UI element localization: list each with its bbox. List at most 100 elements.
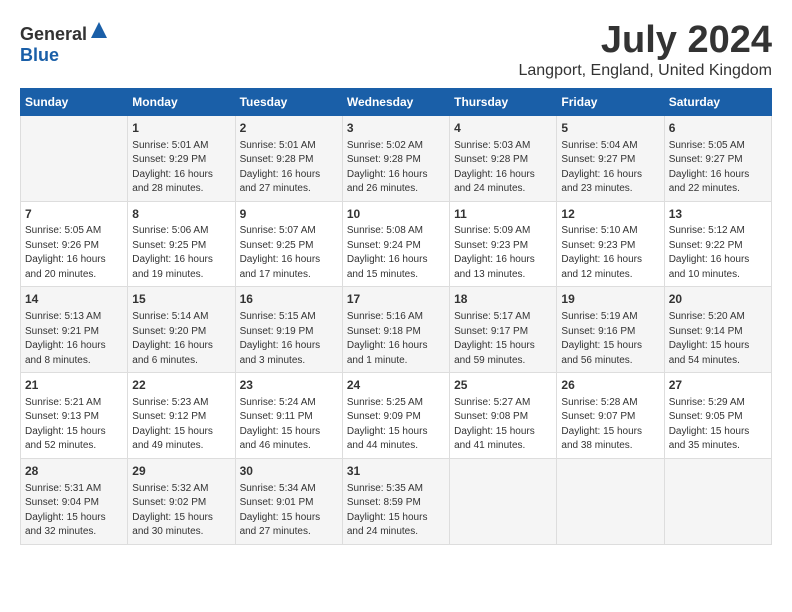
day-number: 23 — [240, 377, 338, 394]
day-header-row: SundayMondayTuesdayWednesdayThursdayFrid… — [21, 88, 772, 115]
calendar-cell: 3Sunrise: 5:02 AM Sunset: 9:28 PM Daylig… — [342, 115, 449, 201]
day-number: 25 — [454, 377, 552, 394]
calendar-cell: 16Sunrise: 5:15 AM Sunset: 9:19 PM Dayli… — [235, 287, 342, 373]
day-number: 14 — [25, 291, 123, 308]
logo-blue: Blue — [20, 45, 59, 65]
calendar-table: SundayMondayTuesdayWednesdayThursdayFrid… — [20, 88, 772, 545]
cell-content: Sunrise: 5:28 AM Sunset: 9:07 PM Dayligh… — [561, 396, 659, 454]
logo-icon — [89, 20, 109, 40]
day-number: 13 — [669, 206, 767, 223]
cell-content: Sunrise: 5:05 AM Sunset: 9:26 PM Dayligh… — [25, 224, 123, 282]
day-header-monday: Monday — [128, 88, 235, 115]
cell-content: Sunrise: 5:34 AM Sunset: 9:01 PM Dayligh… — [240, 482, 338, 540]
day-number: 21 — [25, 377, 123, 394]
day-number: 20 — [669, 291, 767, 308]
day-number: 28 — [25, 463, 123, 480]
cell-content: Sunrise: 5:16 AM Sunset: 9:18 PM Dayligh… — [347, 310, 445, 368]
day-number: 1 — [132, 120, 230, 137]
calendar-cell: 25 Sunrise: 5:27 AM Sunset: 9:08 PM Dayli… — [450, 373, 557, 459]
calendar-cell: 29 Sunrise: 5:32 AM Sunset: 9:02 PM Dayli… — [128, 458, 235, 544]
day-header-wednesday: Wednesday — [342, 88, 449, 115]
day-header-tuesday: Tuesday — [235, 88, 342, 115]
day-number: 9 — [240, 206, 338, 223]
cell-content: Sunrise: 5:21 AM Sunset: 9:13 PM Dayligh… — [25, 396, 123, 454]
cell-content: Sunrise: 5:04 AM Sunset: 9:27 PM Dayligh… — [561, 139, 659, 197]
cell-content: Sunrise: 5:09 AM Sunset: 9:23 PM Dayligh… — [454, 224, 552, 282]
calendar-cell — [664, 458, 771, 544]
week-row: 28 Sunrise: 5:31 AM Sunset: 9:04 PM Dayli… — [21, 458, 772, 544]
week-row: 7Sunrise: 5:05 AM Sunset: 9:26 PM Daylig… — [21, 201, 772, 287]
cell-content: Sunrise: 5:27 AM Sunset: 9:08 PM Dayligh… — [454, 396, 552, 454]
calendar-cell: 26 Sunrise: 5:28 AM Sunset: 9:07 PM Dayli… — [557, 373, 664, 459]
day-number: 7 — [25, 206, 123, 223]
day-number: 19 — [561, 291, 659, 308]
subtitle: Langport, England, United Kingdom — [518, 62, 772, 80]
day-number: 6 — [669, 120, 767, 137]
main-title: July 2024 — [518, 20, 772, 62]
cell-content: Sunrise: 5:23 AM Sunset: 9:12 PM Dayligh… — [132, 396, 230, 454]
calendar-cell: 17 Sunrise: 5:16 AM Sunset: 9:18 PM Dayli… — [342, 287, 449, 373]
calendar-cell — [450, 458, 557, 544]
cell-content: Sunrise: 5:07 AM Sunset: 9:25 PM Dayligh… — [240, 224, 338, 282]
day-header-sunday: Sunday — [21, 88, 128, 115]
cell-content: Sunrise: 5:15 AM Sunset: 9:19 PM Dayligh… — [240, 310, 338, 368]
calendar-cell: 23 Sunrise: 5:24 AM Sunset: 9:11 PM Dayli… — [235, 373, 342, 459]
calendar-cell: 31 Sunrise: 5:35 AM Sunset: 8:59 PM Dayli… — [342, 458, 449, 544]
calendar-cell: 1 Sunrise: 5:01 AM Sunset: 9:29 PM Daylig… — [128, 115, 235, 201]
day-number: 29 — [132, 463, 230, 480]
cell-content: Sunrise: 5:08 AM Sunset: 9:24 PM Dayligh… — [347, 224, 445, 282]
day-number: 10 — [347, 206, 445, 223]
cell-content: Sunrise: 5:14 AM Sunset: 9:20 PM Dayligh… — [132, 310, 230, 368]
cell-content: Sunrise: 5:24 AM Sunset: 9:11 PM Dayligh… — [240, 396, 338, 454]
cell-content: Sunrise: 5:25 AM Sunset: 9:09 PM Dayligh… — [347, 396, 445, 454]
day-number: 31 — [347, 463, 445, 480]
title-block: July 2024 Langport, England, United King… — [518, 20, 772, 80]
cell-content: Sunrise: 5:32 AM Sunset: 9:02 PM Dayligh… — [132, 482, 230, 540]
calendar-cell: 28 Sunrise: 5:31 AM Sunset: 9:04 PM Dayli… — [21, 458, 128, 544]
calendar-cell: 13Sunrise: 5:12 AM Sunset: 9:22 PM Dayli… — [664, 201, 771, 287]
calendar-cell: 11Sunrise: 5:09 AM Sunset: 9:23 PM Dayli… — [450, 201, 557, 287]
calendar-cell: 18Sunrise: 5:17 AM Sunset: 9:17 PM Dayli… — [450, 287, 557, 373]
calendar-cell: 30Sunrise: 5:34 AM Sunset: 9:01 PM Dayli… — [235, 458, 342, 544]
cell-content: Sunrise: 5:35 AM Sunset: 8:59 PM Dayligh… — [347, 482, 445, 540]
day-number: 27 — [669, 377, 767, 394]
cell-content: Sunrise: 5:01 AM Sunset: 9:28 PM Dayligh… — [240, 139, 338, 197]
week-row: 1 Sunrise: 5:01 AM Sunset: 9:29 PM Daylig… — [21, 115, 772, 201]
calendar-cell: 12Sunrise: 5:10 AM Sunset: 9:23 PM Dayli… — [557, 201, 664, 287]
day-number: 2 — [240, 120, 338, 137]
day-number: 24 — [347, 377, 445, 394]
cell-content: Sunrise: 5:06 AM Sunset: 9:25 PM Dayligh… — [132, 224, 230, 282]
day-number: 4 — [454, 120, 552, 137]
calendar-cell: 5 Sunrise: 5:04 AM Sunset: 9:27 PM Daylig… — [557, 115, 664, 201]
page-header: General Blue July 2024 Langport, England… — [20, 20, 772, 80]
week-row: 14Sunrise: 5:13 AM Sunset: 9:21 PM Dayli… — [21, 287, 772, 373]
calendar-cell: 24 Sunrise: 5:25 AM Sunset: 9:09 PM Dayli… — [342, 373, 449, 459]
calendar-cell — [557, 458, 664, 544]
calendar-cell: 9Sunrise: 5:07 AM Sunset: 9:25 PM Daylig… — [235, 201, 342, 287]
cell-content: Sunrise: 5:31 AM Sunset: 9:04 PM Dayligh… — [25, 482, 123, 540]
calendar-cell: 20 Sunrise: 5:20 AM Sunset: 9:14 PM Dayli… — [664, 287, 771, 373]
cell-content: Sunrise: 5:03 AM Sunset: 9:28 PM Dayligh… — [454, 139, 552, 197]
cell-content: Sunrise: 5:02 AM Sunset: 9:28 PM Dayligh… — [347, 139, 445, 197]
cell-content: Sunrise: 5:20 AM Sunset: 9:14 PM Dayligh… — [669, 310, 767, 368]
calendar-cell: 15 Sunrise: 5:14 AM Sunset: 9:20 PM Dayli… — [128, 287, 235, 373]
day-number: 17 — [347, 291, 445, 308]
cell-content: Sunrise: 5:12 AM Sunset: 9:22 PM Dayligh… — [669, 224, 767, 282]
logo: General Blue — [20, 20, 109, 66]
cell-content: Sunrise: 5:01 AM Sunset: 9:29 PM Dayligh… — [132, 139, 230, 197]
logo-general: General — [20, 24, 87, 44]
day-number: 15 — [132, 291, 230, 308]
logo-text: General Blue — [20, 20, 109, 66]
day-header-saturday: Saturday — [664, 88, 771, 115]
cell-content: Sunrise: 5:05 AM Sunset: 9:27 PM Dayligh… — [669, 139, 767, 197]
day-number: 18 — [454, 291, 552, 308]
day-number: 12 — [561, 206, 659, 223]
calendar-cell: 6 Sunrise: 5:05 AM Sunset: 9:27 PM Daylig… — [664, 115, 771, 201]
day-number: 5 — [561, 120, 659, 137]
day-number: 26 — [561, 377, 659, 394]
day-header-thursday: Thursday — [450, 88, 557, 115]
calendar-cell: 19Sunrise: 5:19 AM Sunset: 9:16 PM Dayli… — [557, 287, 664, 373]
day-number: 22 — [132, 377, 230, 394]
cell-content: Sunrise: 5:29 AM Sunset: 9:05 PM Dayligh… — [669, 396, 767, 454]
week-row: 21 Sunrise: 5:21 AM Sunset: 9:13 PM Dayli… — [21, 373, 772, 459]
